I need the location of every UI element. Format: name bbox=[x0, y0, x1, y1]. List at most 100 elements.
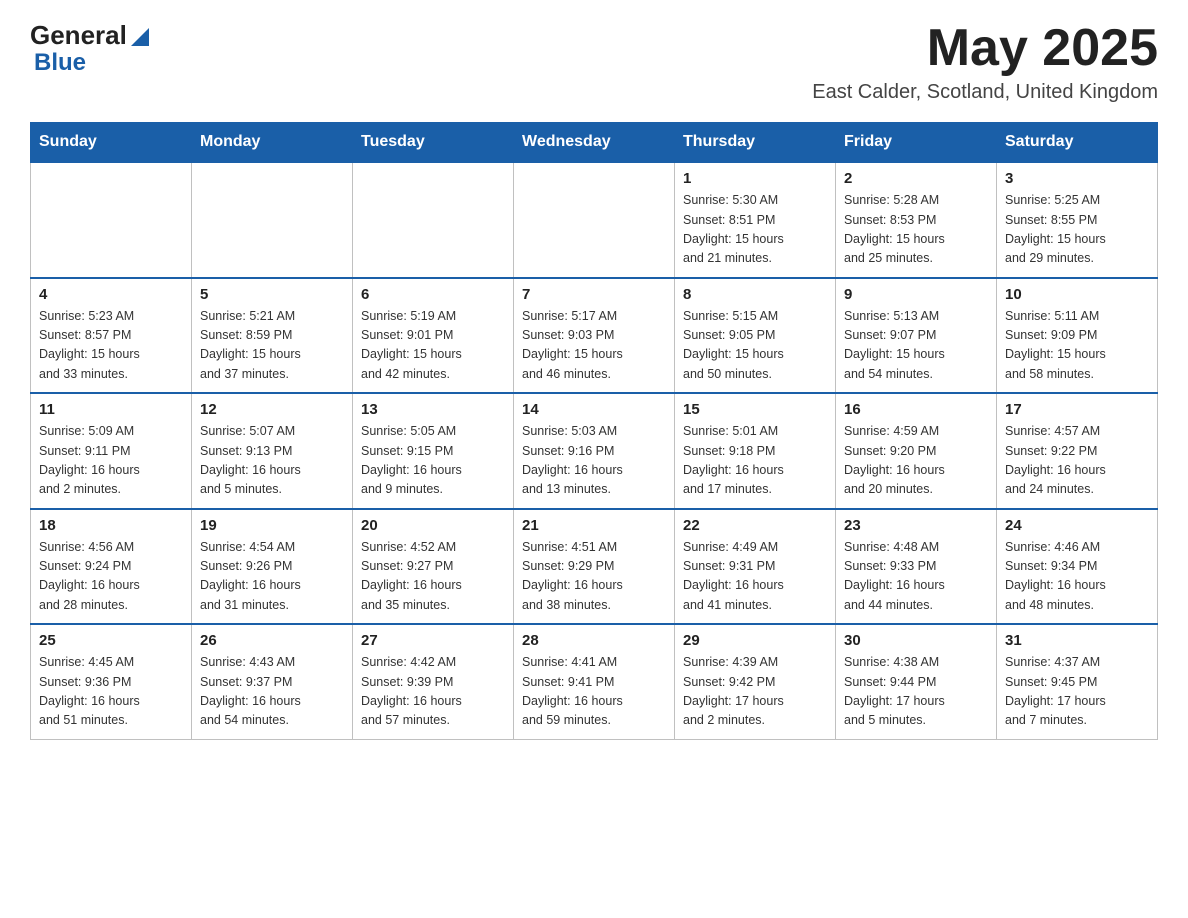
calendar-cell: 31 Sunrise: 4:37 AM Sunset: 9:45 PM Dayli… bbox=[997, 624, 1158, 739]
day-info: Sunrise: 5:07 AM Sunset: 9:13 PM Dayligh… bbox=[200, 422, 344, 500]
calendar-cell: 16 Sunrise: 4:59 AM Sunset: 9:20 PM Dayli… bbox=[836, 393, 997, 509]
day-info: Sunrise: 4:51 AM Sunset: 9:29 PM Dayligh… bbox=[522, 538, 666, 616]
calendar-week-row: 4 Sunrise: 5:23 AM Sunset: 8:57 PM Daylig… bbox=[31, 278, 1158, 394]
day-number: 4 bbox=[39, 286, 183, 303]
day-info: Sunrise: 4:46 AM Sunset: 9:34 PM Dayligh… bbox=[1005, 538, 1149, 616]
day-number: 28 bbox=[522, 632, 666, 649]
day-info: Sunrise: 5:03 AM Sunset: 9:16 PM Dayligh… bbox=[522, 422, 666, 500]
day-info: Sunrise: 5:21 AM Sunset: 8:59 PM Dayligh… bbox=[200, 307, 344, 385]
calendar-cell: 21 Sunrise: 4:51 AM Sunset: 9:29 PM Dayli… bbox=[514, 509, 675, 625]
day-number: 8 bbox=[683, 286, 827, 303]
calendar-cell: 13 Sunrise: 5:05 AM Sunset: 9:15 PM Dayli… bbox=[353, 393, 514, 509]
logo-triangle-icon bbox=[129, 26, 151, 48]
page-header: General Blue May 2025 East Calder, Scotl… bbox=[30, 20, 1158, 104]
calendar-header-row: SundayMondayTuesdayWednesdayThursdayFrid… bbox=[31, 123, 1158, 163]
day-info: Sunrise: 4:43 AM Sunset: 9:37 PM Dayligh… bbox=[200, 653, 344, 731]
day-number: 21 bbox=[522, 517, 666, 534]
day-info: Sunrise: 5:05 AM Sunset: 9:15 PM Dayligh… bbox=[361, 422, 505, 500]
day-info: Sunrise: 4:59 AM Sunset: 9:20 PM Dayligh… bbox=[844, 422, 988, 500]
day-info: Sunrise: 5:28 AM Sunset: 8:53 PM Dayligh… bbox=[844, 191, 988, 269]
calendar-cell: 23 Sunrise: 4:48 AM Sunset: 9:33 PM Dayli… bbox=[836, 509, 997, 625]
calendar-cell: 27 Sunrise: 4:42 AM Sunset: 9:39 PM Dayli… bbox=[353, 624, 514, 739]
day-number: 27 bbox=[361, 632, 505, 649]
calendar-cell bbox=[192, 162, 353, 278]
calendar-cell: 6 Sunrise: 5:19 AM Sunset: 9:01 PM Daylig… bbox=[353, 278, 514, 394]
calendar-week-row: 18Sunrise: 4:56 AM Sunset: 9:24 PM Dayli… bbox=[31, 509, 1158, 625]
day-number: 18 bbox=[39, 517, 183, 534]
calendar-cell: 15Sunrise: 5:01 AM Sunset: 9:18 PM Dayli… bbox=[675, 393, 836, 509]
day-info: Sunrise: 5:15 AM Sunset: 9:05 PM Dayligh… bbox=[683, 307, 827, 385]
calendar-cell: 29 Sunrise: 4:39 AM Sunset: 9:42 PM Dayli… bbox=[675, 624, 836, 739]
day-info: Sunrise: 4:52 AM Sunset: 9:27 PM Dayligh… bbox=[361, 538, 505, 616]
day-number: 2 bbox=[844, 170, 988, 187]
day-info: Sunrise: 4:49 AM Sunset: 9:31 PM Dayligh… bbox=[683, 538, 827, 616]
day-info: Sunrise: 5:19 AM Sunset: 9:01 PM Dayligh… bbox=[361, 307, 505, 385]
day-number: 10 bbox=[1005, 286, 1149, 303]
day-number: 16 bbox=[844, 401, 988, 418]
calendar-week-row: 1 Sunrise: 5:30 AM Sunset: 8:51 PM Daylig… bbox=[31, 162, 1158, 278]
calendar-cell bbox=[353, 162, 514, 278]
calendar-header-tuesday: Tuesday bbox=[353, 123, 514, 163]
calendar-cell: 25 Sunrise: 4:45 AM Sunset: 9:36 PM Dayli… bbox=[31, 624, 192, 739]
calendar-cell: 20Sunrise: 4:52 AM Sunset: 9:27 PM Dayli… bbox=[353, 509, 514, 625]
day-info: Sunrise: 5:25 AM Sunset: 8:55 PM Dayligh… bbox=[1005, 191, 1149, 269]
calendar-cell: 19Sunrise: 4:54 AM Sunset: 9:26 PM Dayli… bbox=[192, 509, 353, 625]
day-info: Sunrise: 4:48 AM Sunset: 9:33 PM Dayligh… bbox=[844, 538, 988, 616]
day-info: Sunrise: 4:45 AM Sunset: 9:36 PM Dayligh… bbox=[39, 653, 183, 731]
title-block: May 2025 East Calder, Scotland, United K… bbox=[812, 20, 1158, 104]
calendar-header-thursday: Thursday bbox=[675, 123, 836, 163]
day-info: Sunrise: 4:57 AM Sunset: 9:22 PM Dayligh… bbox=[1005, 422, 1149, 500]
day-number: 13 bbox=[361, 401, 505, 418]
calendar-cell: 4 Sunrise: 5:23 AM Sunset: 8:57 PM Daylig… bbox=[31, 278, 192, 394]
day-number: 11 bbox=[39, 401, 183, 418]
day-number: 7 bbox=[522, 286, 666, 303]
calendar-cell: 11 Sunrise: 5:09 AM Sunset: 9:11 PM Dayli… bbox=[31, 393, 192, 509]
day-info: Sunrise: 5:09 AM Sunset: 9:11 PM Dayligh… bbox=[39, 422, 183, 500]
day-number: 1 bbox=[683, 170, 827, 187]
calendar-header-wednesday: Wednesday bbox=[514, 123, 675, 163]
calendar-cell: 5Sunrise: 5:21 AM Sunset: 8:59 PM Daylig… bbox=[192, 278, 353, 394]
logo: General Blue bbox=[30, 20, 151, 75]
calendar-week-row: 11 Sunrise: 5:09 AM Sunset: 9:11 PM Dayli… bbox=[31, 393, 1158, 509]
day-number: 24 bbox=[1005, 517, 1149, 534]
day-number: 29 bbox=[683, 632, 827, 649]
calendar-header-saturday: Saturday bbox=[997, 123, 1158, 163]
day-number: 23 bbox=[844, 517, 988, 534]
day-info: Sunrise: 5:11 AM Sunset: 9:09 PM Dayligh… bbox=[1005, 307, 1149, 385]
day-info: Sunrise: 4:41 AM Sunset: 9:41 PM Dayligh… bbox=[522, 653, 666, 731]
day-info: Sunrise: 4:37 AM Sunset: 9:45 PM Dayligh… bbox=[1005, 653, 1149, 731]
calendar-cell: 10 Sunrise: 5:11 AM Sunset: 9:09 PM Dayli… bbox=[997, 278, 1158, 394]
subtitle: East Calder, Scotland, United Kingdom bbox=[812, 81, 1158, 104]
day-info: Sunrise: 4:42 AM Sunset: 9:39 PM Dayligh… bbox=[361, 653, 505, 731]
calendar-cell: 2 Sunrise: 5:28 AM Sunset: 8:53 PM Daylig… bbox=[836, 162, 997, 278]
day-number: 6 bbox=[361, 286, 505, 303]
calendar-cell: 14 Sunrise: 5:03 AM Sunset: 9:16 PM Dayli… bbox=[514, 393, 675, 509]
day-number: 25 bbox=[39, 632, 183, 649]
calendar-cell: 18Sunrise: 4:56 AM Sunset: 9:24 PM Dayli… bbox=[31, 509, 192, 625]
day-number: 22 bbox=[683, 517, 827, 534]
calendar-cell: 22 Sunrise: 4:49 AM Sunset: 9:31 PM Dayli… bbox=[675, 509, 836, 625]
calendar-header-monday: Monday bbox=[192, 123, 353, 163]
day-info: Sunrise: 4:39 AM Sunset: 9:42 PM Dayligh… bbox=[683, 653, 827, 731]
day-number: 12 bbox=[200, 401, 344, 418]
calendar-header-friday: Friday bbox=[836, 123, 997, 163]
day-number: 31 bbox=[1005, 632, 1149, 649]
day-number: 30 bbox=[844, 632, 988, 649]
day-info: Sunrise: 4:38 AM Sunset: 9:44 PM Dayligh… bbox=[844, 653, 988, 731]
logo-general-text: General bbox=[30, 20, 127, 51]
day-info: Sunrise: 5:30 AM Sunset: 8:51 PM Dayligh… bbox=[683, 191, 827, 269]
day-number: 14 bbox=[522, 401, 666, 418]
day-number: 26 bbox=[200, 632, 344, 649]
calendar-cell: 30 Sunrise: 4:38 AM Sunset: 9:44 PM Dayli… bbox=[836, 624, 997, 739]
calendar-cell: 3Sunrise: 5:25 AM Sunset: 8:55 PM Daylig… bbox=[997, 162, 1158, 278]
day-info: Sunrise: 5:17 AM Sunset: 9:03 PM Dayligh… bbox=[522, 307, 666, 385]
day-number: 9 bbox=[844, 286, 988, 303]
calendar-cell: 9Sunrise: 5:13 AM Sunset: 9:07 PM Daylig… bbox=[836, 278, 997, 394]
calendar-cell: 1 Sunrise: 5:30 AM Sunset: 8:51 PM Daylig… bbox=[675, 162, 836, 278]
day-info: Sunrise: 5:23 AM Sunset: 8:57 PM Dayligh… bbox=[39, 307, 183, 385]
day-number: 15 bbox=[683, 401, 827, 418]
logo-blue-text: Blue bbox=[34, 51, 86, 75]
calendar-header-sunday: Sunday bbox=[31, 123, 192, 163]
main-title: May 2025 bbox=[812, 20, 1158, 77]
calendar-table: SundayMondayTuesdayWednesdayThursdayFrid… bbox=[30, 122, 1158, 740]
